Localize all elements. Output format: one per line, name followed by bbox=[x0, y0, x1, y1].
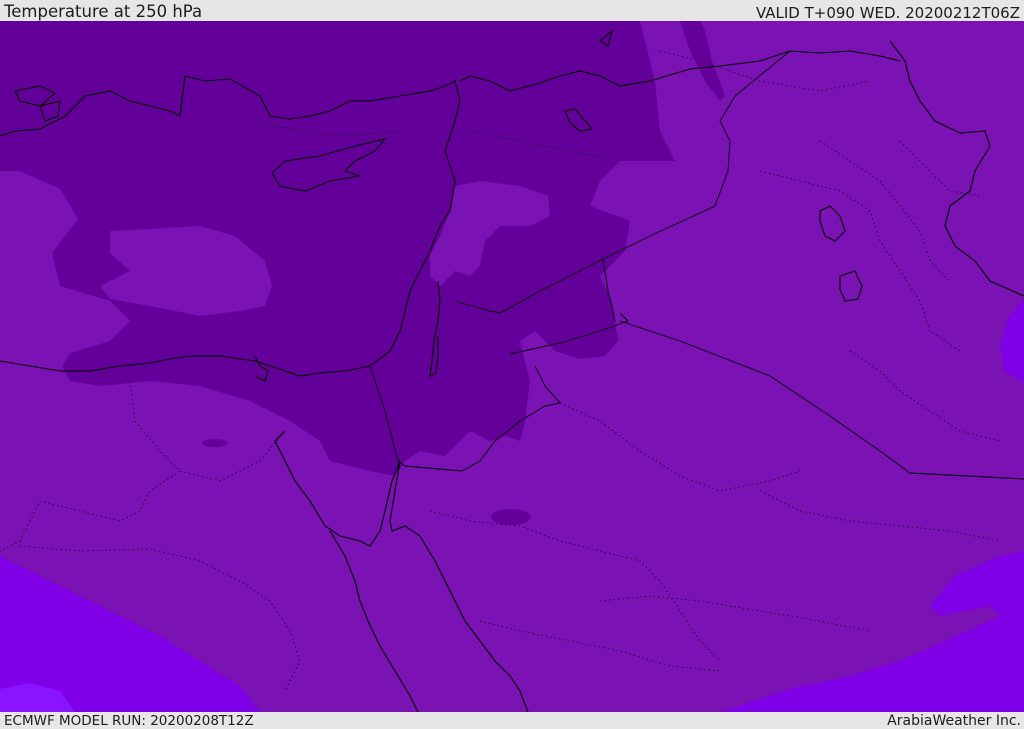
weather-map[interactable] bbox=[0, 21, 1024, 712]
temperature-cold-patch bbox=[491, 509, 531, 525]
footer-bar: ECMWF MODEL RUN: 20200208T12Z ArabiaWeat… bbox=[0, 712, 1024, 729]
map-canvas bbox=[0, 21, 1024, 712]
valid-time-label: VALID T+090 WED. 20200212T06Z bbox=[755, 4, 1020, 22]
map-title: Temperature at 250 hPa bbox=[4, 2, 203, 21]
model-run-label: ECMWF MODEL RUN: 20200208T12Z bbox=[4, 713, 254, 729]
header-bar: Temperature at 250 hPa VALID T+090 WED. … bbox=[0, 0, 1024, 22]
temperature-cold-patch bbox=[202, 439, 228, 447]
credit-label: ArabiaWeather Inc. bbox=[887, 713, 1021, 729]
